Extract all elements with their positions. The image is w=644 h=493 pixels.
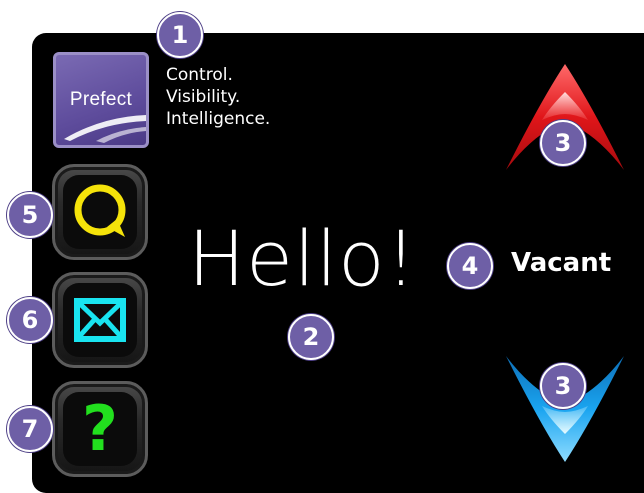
question-mark-icon: ? xyxy=(82,392,118,465)
chat-button[interactable] xyxy=(52,164,148,260)
mail-button[interactable] xyxy=(52,272,148,368)
prefect-logo: Prefect xyxy=(53,52,149,148)
logo-text: Prefect xyxy=(69,89,133,110)
callout-badge-4: 4 xyxy=(447,243,493,289)
callout-badge-3: 3 xyxy=(540,120,586,166)
tagline-line: Intelligence. xyxy=(166,109,271,129)
tagline: Control. Visibility. Intelligence. xyxy=(166,64,270,130)
greeting-text: Hello! xyxy=(188,214,418,303)
occupancy-status: Vacant xyxy=(511,248,612,278)
chat-bubble-icon xyxy=(74,184,126,237)
callout-badge-1: 1 xyxy=(157,12,203,58)
help-button[interactable]: ? xyxy=(52,381,148,477)
callout-badge-5: 5 xyxy=(7,192,53,238)
callout-badge-2: 2 xyxy=(288,314,334,360)
tagline-line: Visibility. xyxy=(166,87,241,107)
annotated-screenshot: Prefect Control. Visibility. Intelligenc… xyxy=(0,0,644,493)
callout-badge-3: 3 xyxy=(540,363,586,409)
envelope-icon xyxy=(74,298,126,342)
tagline-line: Control. xyxy=(166,65,233,85)
callout-badge-7: 7 xyxy=(7,406,53,452)
callout-badge-6: 6 xyxy=(7,297,53,343)
